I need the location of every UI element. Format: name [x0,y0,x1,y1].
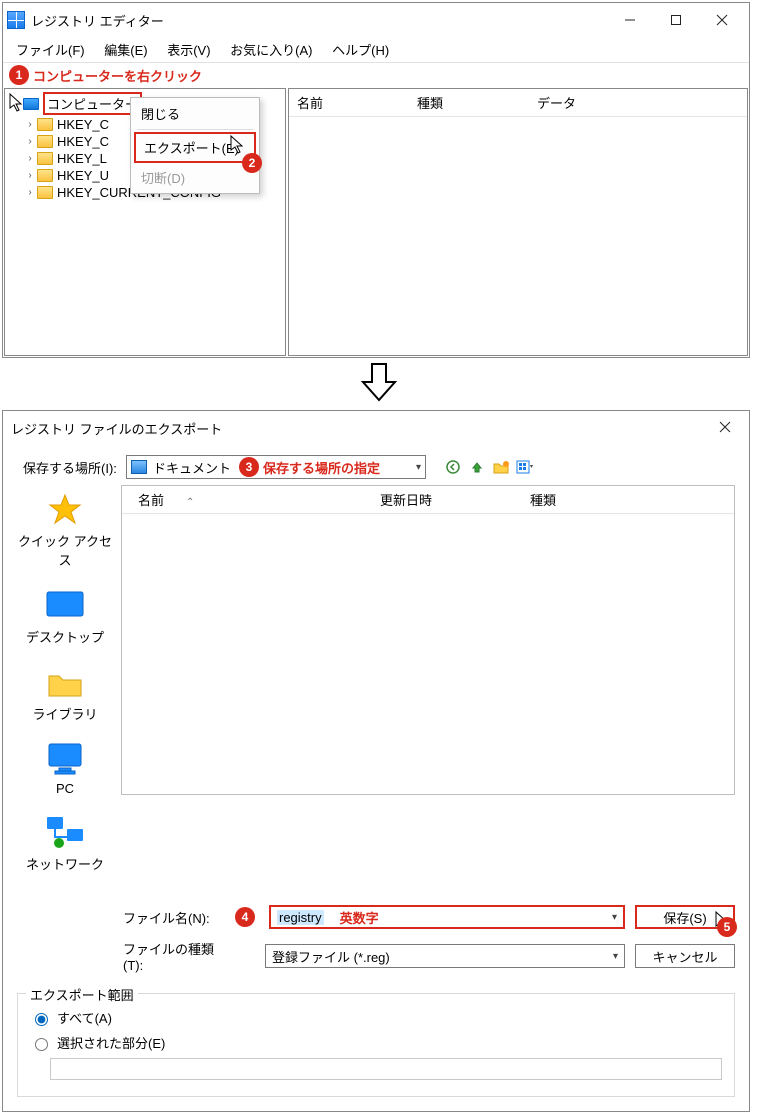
filename-label: ファイル名(N): [123,908,225,927]
filetype-combo[interactable]: 登録ファイル (*.reg) ▾ [265,944,625,968]
place-desktop[interactable]: デスクトップ [26,587,104,646]
tree-root-label[interactable]: コンピューター [43,92,142,115]
radio-selected-input[interactable] [35,1038,48,1051]
chevron-down-icon[interactable]: ▾ [612,912,617,923]
annotation-1: 1 コンピューターを右クリック [3,63,749,87]
badge-3: 3 [239,457,259,477]
places-bar: クイック アクセス デスクトップ ライブラリ PC ネットワーク [17,485,113,891]
ctx-export[interactable]: エクスポート(E) 2 [134,132,256,163]
up-icon[interactable] [468,458,486,476]
export-range-group: エクスポート範囲 すべて(A) 選択された部分(E) [17,993,735,1097]
radio-all-input[interactable] [35,1013,48,1026]
cursor-icon [9,93,25,113]
chevron-down-icon[interactable]: ▾ [613,951,618,962]
place-library[interactable]: ライブラリ [32,664,97,723]
col-name[interactable]: 名前⌃ [122,486,372,513]
place-pc[interactable]: PC [44,741,86,796]
separator [137,129,253,130]
menu-edit[interactable]: 編集(E) [96,38,155,61]
col-type[interactable]: 種類 [522,486,564,513]
radio-selected[interactable]: 選択された部分(E) [30,1033,722,1052]
newfolder-icon[interactable] [492,458,510,476]
group-label: エクスポート範囲 [26,985,138,1004]
maximize-button[interactable] [653,5,699,35]
arrow-down-icon [359,362,399,402]
folder-icon [37,118,53,131]
saveloc-value: ドキュメント [153,458,231,477]
minimize-button[interactable] [607,5,653,35]
menu-view[interactable]: 表示(V) [159,38,218,61]
close-button[interactable] [699,5,745,35]
badge-4: 4 [235,907,255,927]
folder-icon [37,169,53,182]
value-list[interactable]: 名前 種類 データ [288,88,748,356]
place-network[interactable]: ネットワーク [26,814,104,873]
menubar: ファイル(F) 編集(E) 表示(V) お気に入り(A) ヘルプ(H) [3,37,749,63]
radio-all[interactable]: すべて(A) [30,1008,722,1027]
filename-input[interactable]: registry 英数字 ▾ [269,905,625,929]
filetype-value: 登録ファイル (*.reg) [272,947,390,966]
badge-2: 2 [242,153,262,173]
folder-icon [37,186,53,199]
nav-toolbar [444,458,534,476]
sort-indicator-icon: ⌃ [178,493,202,512]
close-button[interactable] [705,421,745,436]
menu-favorites[interactable]: お気に入り(A) [222,38,320,61]
ctx-collapse[interactable]: 閉じる [133,100,257,127]
menu-file[interactable]: ファイル(F) [8,38,93,61]
back-icon[interactable] [444,458,462,476]
saveloc-label: 保存する場所(I): [23,458,118,477]
filetype-label: ファイルの種類(T): [123,939,225,973]
filename-value: registry [277,910,324,925]
saveloc-combo[interactable]: ドキュメント 3 保存する場所の指定 ▾ [126,455,426,479]
col-data[interactable]: データ [529,89,584,116]
folder-icon [37,152,53,165]
col-date[interactable]: 更新日時 [372,486,522,513]
selected-path-input[interactable] [50,1058,722,1080]
file-list[interactable]: 名前⌃ 更新日時 種類 [121,485,735,795]
filelist-headers: 名前⌃ 更新日時 種類 [122,486,734,514]
export-dialog: レジストリ ファイルのエクスポート 保存する場所(I): ドキュメント 3 保存… [2,410,750,1112]
computer-icon [23,98,39,110]
place-quickaccess[interactable]: クイック アクセス [17,491,113,569]
context-menu: 閉じる エクスポート(E) 2 切断(D) [130,97,260,194]
col-type[interactable]: 種類 [409,89,529,116]
viewmenu-icon[interactable] [516,458,534,476]
save-button[interactable]: 保存(S) 5 [635,905,735,929]
titlebar: レジストリ エディター [3,3,749,37]
annotation-4-text: 英数字 [340,908,379,927]
menu-help[interactable]: ヘルプ(H) [324,38,397,61]
window-title: レジストリ エディター [31,11,607,30]
documents-icon [131,460,147,474]
annotation-1-text: コンピューターを右クリック [33,66,202,85]
badge-5: 5 [717,917,737,937]
col-name[interactable]: 名前 [289,89,409,116]
cancel-button[interactable]: キャンセル [635,944,735,968]
registry-editor-window: レジストリ エディター ファイル(F) 編集(E) 表示(V) お気に入り(A)… [2,2,750,358]
chevron-down-icon[interactable]: ▾ [416,462,421,473]
regedit-icon [7,11,25,29]
titlebar: レジストリ ファイルのエクスポート [3,411,749,445]
badge-1: 1 [9,65,29,85]
dialog-title: レジストリ ファイルのエクスポート [7,419,705,438]
registry-tree[interactable]: ⌄ コンピューター ›HKEY_C ›HKEY_C ›HKEY_L ›HKEY_… [4,88,286,356]
cursor-icon [230,135,246,155]
ctx-disconnect: 切断(D) [133,164,257,191]
folder-icon [37,135,53,148]
column-headers: 名前 種類 データ [289,89,747,117]
annotation-3-text: 保存する場所の指定 [263,458,380,477]
